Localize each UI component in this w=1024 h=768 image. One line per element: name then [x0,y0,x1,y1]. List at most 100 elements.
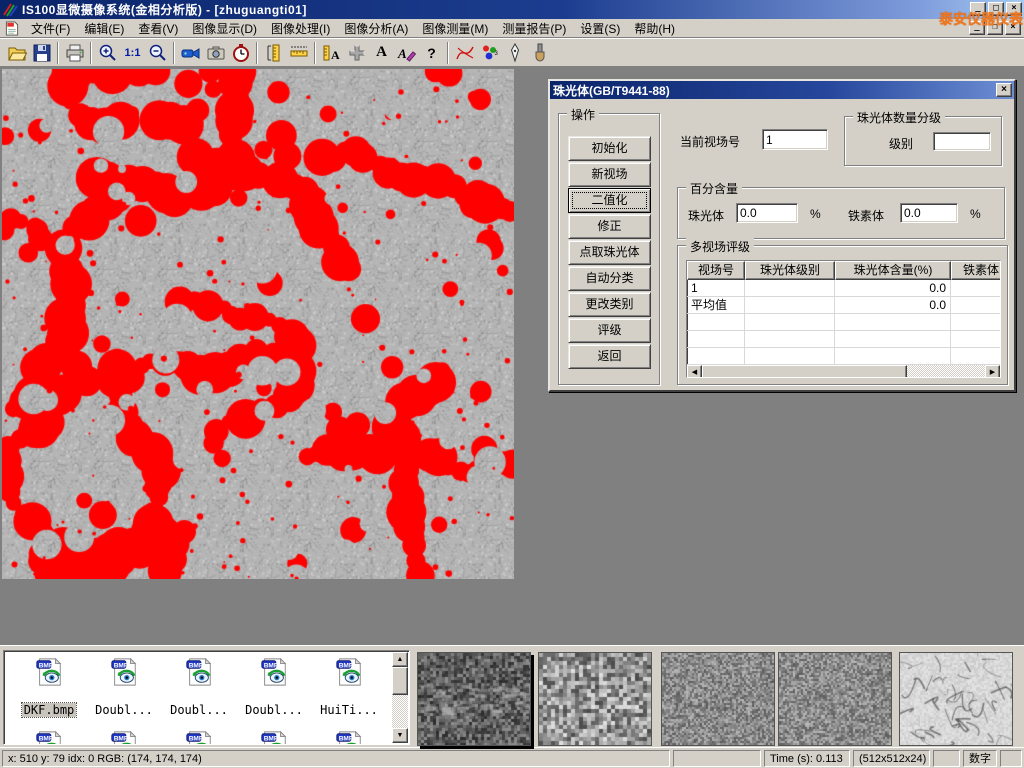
open-folder-button[interactable] [4,41,29,65]
toolbar-separator [256,42,258,64]
file-item-4[interactable]: BMPHuiTi... [313,657,385,717]
menu-item-1[interactable]: 编辑(E) [77,18,131,39]
table-row-4[interactable] [687,348,1000,365]
menu-item-5[interactable]: 图像分析(A) [337,18,415,39]
file-item-row2-3[interactable]: BMP [238,730,310,745]
table-header-1[interactable]: 珠光体级别 [745,261,835,280]
annotate-button[interactable]: A [394,41,419,65]
time-panel: Time (s): 0.113 [764,750,850,767]
operation-button-5[interactable]: 自动分类 [568,266,651,291]
svg-text:3: 3 [494,51,498,57]
bmp-file-icon: BMP [34,657,64,687]
timer-clock-button[interactable] [228,41,253,65]
operation-button-3[interactable]: 修正 [568,214,651,239]
file-item-2[interactable]: BMPDoubl... [163,657,235,717]
actual-size-button[interactable]: 1:1 [120,41,145,65]
zoom-in-icon [98,43,118,63]
color-balls-button[interactable]: 3 [477,41,502,65]
operation-button-6[interactable]: 更改类别 [568,292,651,317]
empty-panel-2 [933,750,960,767]
multi-field-group: 多视场评级 视场号珠光体级别珠光体含量(%)铁素体 10.0平均值0.0 ◀ ▶ [677,245,1008,385]
video-camera-button[interactable] [178,41,203,65]
brush-tool-button[interactable] [527,41,552,65]
print-button[interactable] [62,41,87,65]
measure-text-button[interactable]: A [319,41,344,65]
dialog-close-button[interactable]: × [996,83,1012,97]
table-row-1[interactable]: 平均值0.0 [687,297,1000,314]
toolbar: 1:1AAA?3 [0,38,1024,67]
percent-group-label: 百分含量 [686,180,742,197]
metallographic-image[interactable] [2,69,514,579]
file-v-scrollbar[interactable]: ▲ ▼ [392,652,408,743]
thumbnail-2[interactable] [661,652,775,746]
table-cell [835,331,951,347]
bmp-file-icon: BMP [259,730,289,745]
text-label-icon: A [376,44,387,61]
mode-panel: 数字 [963,750,997,767]
scroll-left-arrow[interactable]: ◀ [687,365,702,378]
curve-tool-button[interactable] [452,41,477,65]
grid-cross-button[interactable] [344,41,369,65]
file-item-0[interactable]: BMPDKF.bmp [13,657,85,717]
scroll-up-arrow[interactable]: ▲ [392,652,408,667]
text-label-button[interactable]: A [369,41,394,65]
table-h-scrollbar[interactable]: ◀ ▶ [687,365,1000,378]
menu-item-0[interactable]: 文件(F) [24,18,77,39]
operation-button-7[interactable]: 评级 [568,318,651,343]
file-browser[interactable]: BMPBMPBMPBMPBMPBMPHuiTi...BMPDoubl...BMP… [3,650,410,745]
file-item-row2-0[interactable]: BMP [13,730,85,745]
scroll-down-arrow[interactable]: ▼ [392,728,408,743]
help-button[interactable]: ? [419,41,444,65]
table-row-3[interactable] [687,331,1000,348]
zoom-in-button[interactable] [95,41,120,65]
dialog-title-bar[interactable]: 珠光体(GB/T9441-88) × [550,81,1014,99]
grade-input[interactable] [933,132,991,151]
menu-item-7[interactable]: 测量报告(P) [495,18,573,39]
operation-button-0[interactable]: 初始化 [568,136,651,161]
grid-cross-icon [347,43,367,63]
window-title: IS100显微摄像系统(金相分析版) - [zhuguangti01] [22,1,307,18]
file-item-row2-4[interactable]: BMP [313,730,385,745]
pearlite-percent-input[interactable] [736,203,798,223]
table-header-0[interactable]: 视场号 [687,261,745,280]
svg-text:BMP: BMP [189,735,204,742]
menu-item-6[interactable]: 图像测量(M) [415,18,495,39]
operation-button-4[interactable]: 点取珠光体 [568,240,651,265]
current-field-input[interactable] [762,129,828,150]
thumbnail-1[interactable] [538,652,652,746]
rating-table[interactable]: 视场号珠光体级别珠光体含量(%)铁素体 10.0平均值0.0 ◀ ▶ [686,260,1001,378]
pen-tool-button[interactable] [502,41,527,65]
menu-item-3[interactable]: 图像显示(D) [185,18,264,39]
table-row-2[interactable] [687,314,1000,331]
bmp-file-icon: BMP [34,730,64,745]
menu-item-9[interactable]: 帮助(H) [627,18,682,39]
svg-text:BMP: BMP [39,735,54,742]
operation-button-2[interactable]: 二值化 [568,188,651,213]
file-item-1[interactable]: BMPDoubl... [88,657,160,717]
status-bar: x: 510 y: 79 idx: 0 RGB: (174, 174, 174)… [0,747,1024,768]
scroll-right-arrow[interactable]: ▶ [985,365,1000,378]
caliper-button[interactable] [261,41,286,65]
operation-button-1[interactable]: 新视场 [568,162,651,187]
menu-item-8[interactable]: 设置(S) [573,18,627,39]
thumbnail-4[interactable] [899,652,1013,746]
thumbnail-3[interactable] [778,652,892,746]
table-header-3[interactable]: 铁素体 [951,261,1001,280]
save-button[interactable] [29,41,54,65]
svg-text:BMP: BMP [339,662,354,669]
file-item-row2-2[interactable]: BMP [163,730,235,745]
table-header-2[interactable]: 珠光体含量(%) [835,261,951,280]
menu-item-4[interactable]: 图像处理(I) [264,18,337,39]
menu-item-2[interactable]: 查看(V) [131,18,185,39]
zoom-out-button[interactable] [145,41,170,65]
empty-panel-3 [1000,750,1022,767]
actual-size-icon: 1:1 [125,47,141,59]
thumbnail-0[interactable] [417,652,531,746]
operation-button-8[interactable]: 返回 [568,344,651,369]
ferrite-percent-input[interactable] [900,203,958,223]
ruler-button[interactable] [286,41,311,65]
capture-button[interactable] [203,41,228,65]
file-item-3[interactable]: BMPDoubl... [238,657,310,717]
table-row-0[interactable]: 10.0 [687,280,1000,297]
file-item-row2-1[interactable]: BMP [88,730,160,745]
